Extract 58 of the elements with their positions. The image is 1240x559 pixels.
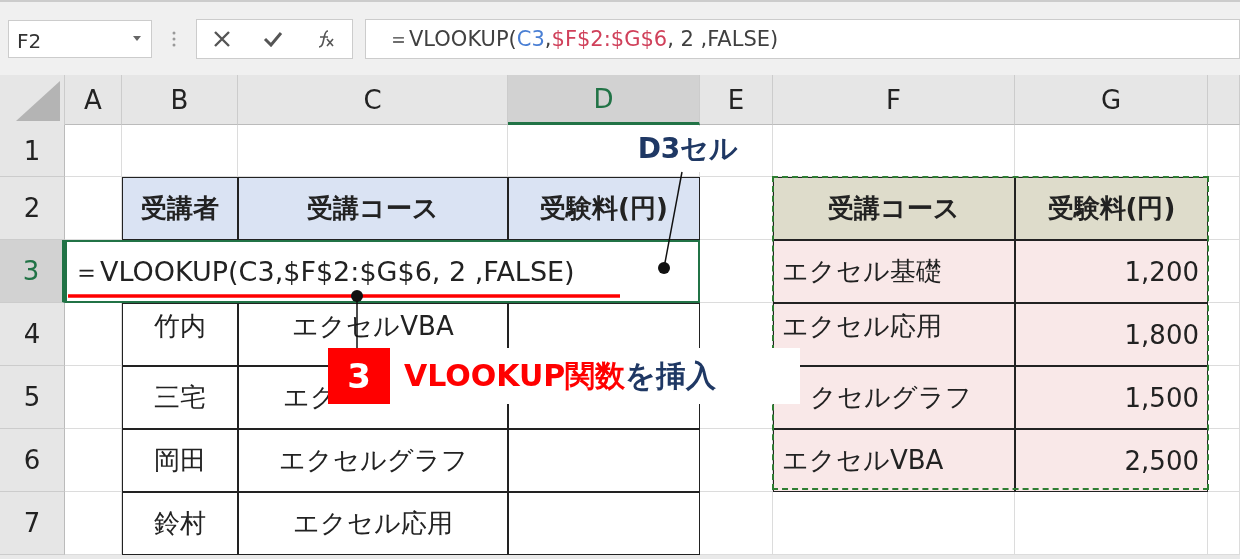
grid-cell[interactable] <box>65 492 122 555</box>
table-cell: 1,800 <box>1015 303 1208 366</box>
formula-field[interactable]: ＝VLOOKUP(C3,$F$2:$G$6, 2 ,FALSE) <box>365 18 1240 59</box>
check-icon <box>263 30 284 47</box>
column-header[interactable]: G <box>1015 75 1208 125</box>
grid-cell[interactable] <box>1015 492 1208 555</box>
table-cell: 竹内 <box>122 303 238 366</box>
table-header-cell: 受講コース <box>773 177 1015 240</box>
grid-cell[interactable] <box>65 429 122 492</box>
caret-icon <box>133 36 141 41</box>
grid-cell[interactable] <box>65 125 122 177</box>
select-all-button[interactable] <box>0 75 65 125</box>
column-header[interactable]: F <box>773 75 1015 125</box>
row-header[interactable]: 3 <box>0 240 65 303</box>
table-cell: 1,200 <box>1015 240 1208 303</box>
step-number: 3 <box>328 348 390 404</box>
grip-icon <box>172 29 176 48</box>
row-header[interactable]: 4 <box>0 303 65 366</box>
grid-cell[interactable] <box>1208 125 1240 177</box>
grid-cell[interactable] <box>1208 177 1240 240</box>
table-cell: エクセル応用 <box>238 492 508 555</box>
grid-cell[interactable] <box>1208 366 1240 429</box>
table-cell: エクセル基礎 <box>773 240 1015 303</box>
table-header-cell: 受講者 <box>122 177 238 240</box>
table-cell: 1,500 <box>1015 366 1208 429</box>
table-cell: エクセルグラフ <box>238 429 508 492</box>
column-header[interactable]: B <box>122 75 238 125</box>
row-header[interactable]: 5 <box>0 366 65 429</box>
column-header[interactable]: E <box>700 75 773 125</box>
grid-cell[interactable] <box>65 303 122 366</box>
row-header[interactable]: 6 <box>0 429 65 492</box>
grid-cell[interactable] <box>1208 303 1240 366</box>
table-header-cell: 受験料(円) <box>508 177 700 240</box>
grid-cell[interactable] <box>700 492 773 555</box>
row-header[interactable]: 2 <box>0 177 65 240</box>
table-cell: 2,500 <box>1015 429 1208 492</box>
column-header[interactable]: D <box>508 75 700 125</box>
column-header[interactable]: C <box>238 75 508 125</box>
table-cell: 三宅 <box>122 366 238 429</box>
formula-cell[interactable]: ＝VLOOKUP(C3,$F$2:$G$6, 2 ,FALSE) <box>65 240 700 303</box>
column-header[interactable]: A <box>65 75 122 125</box>
grid-cell[interactable] <box>1208 240 1240 303</box>
grid-cell[interactable] <box>1208 429 1240 492</box>
table-header-cell: 受講コース <box>238 177 508 240</box>
table-cell: 鈴村 <box>122 492 238 555</box>
row-header[interactable]: 7 <box>0 492 65 555</box>
name-box[interactable]: F2 <box>8 19 152 58</box>
grid-cell[interactable] <box>1208 492 1240 555</box>
column-header[interactable] <box>1208 75 1240 125</box>
table-cell: エクセル応用 <box>773 303 1015 366</box>
grid-cell[interactable] <box>65 366 122 429</box>
table-header-cell: 受験料(円) <box>1015 177 1208 240</box>
table-cell: クセルグラフ <box>773 366 1015 429</box>
grid-cell[interactable] <box>773 492 1015 555</box>
close-icon <box>213 29 232 48</box>
table-cell: 岡田 <box>122 429 238 492</box>
table-cell: エクセルVBA <box>773 429 1015 492</box>
row-header[interactable]: 1 <box>0 125 65 177</box>
